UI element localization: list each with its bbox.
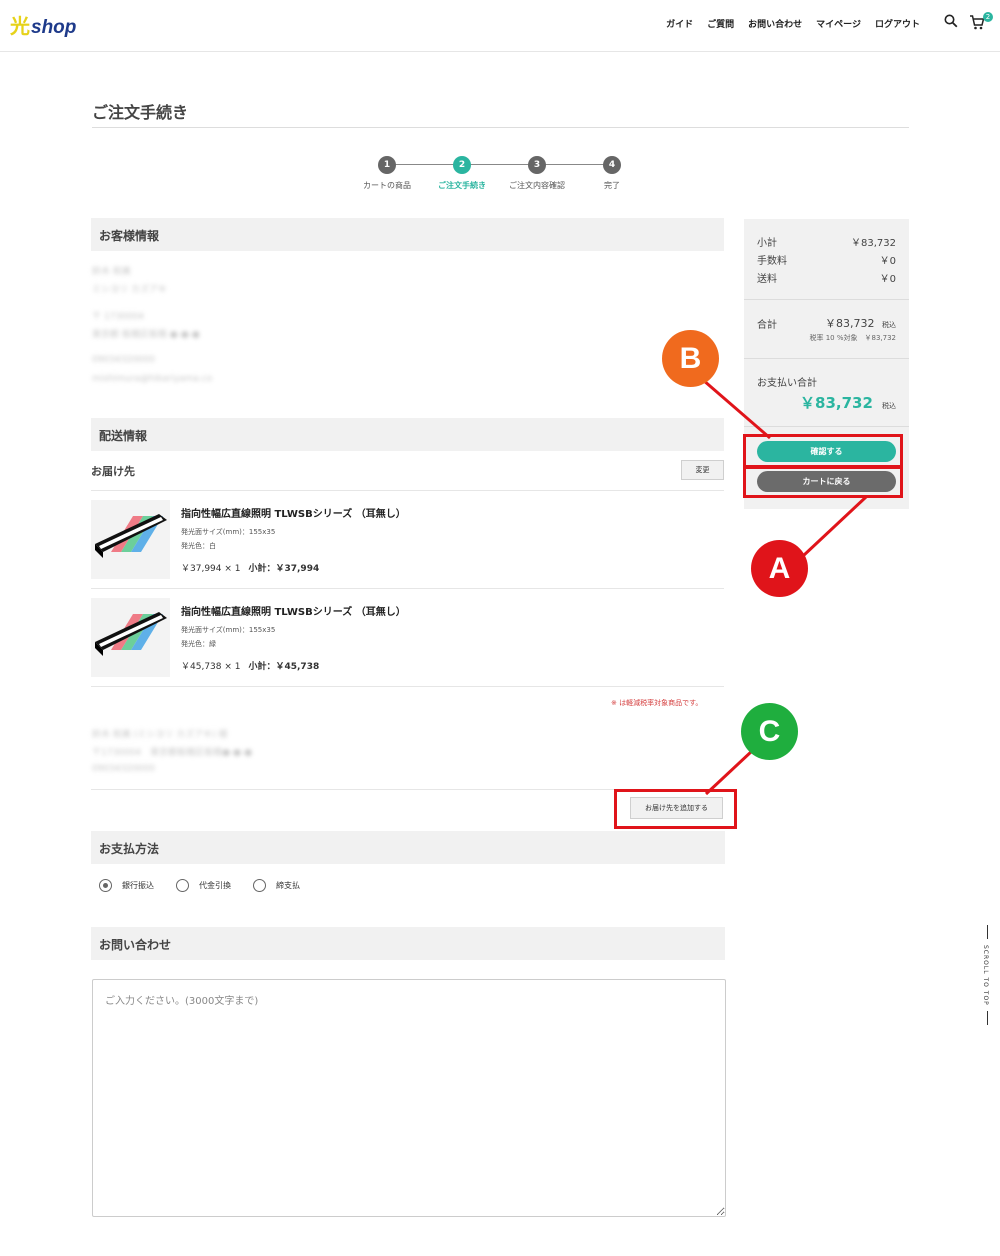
scroll-line-top — [987, 925, 988, 939]
annotation-box-add-destination — [614, 789, 737, 829]
scroll-line-bottom — [987, 1011, 988, 1025]
annotation-box-confirm — [743, 434, 903, 468]
annotation-marker-a: A — [751, 540, 808, 597]
annotation-marker-c: C — [741, 703, 798, 760]
annotation-box-back — [743, 466, 903, 498]
scroll-to-top-label: SCROLL TO TOP — [982, 945, 989, 1006]
annotation-marker-b: B — [662, 330, 719, 387]
annotation-lines — [702, 378, 868, 796]
scroll-to-top[interactable]: SCROLL TO TOP — [979, 925, 995, 1025]
